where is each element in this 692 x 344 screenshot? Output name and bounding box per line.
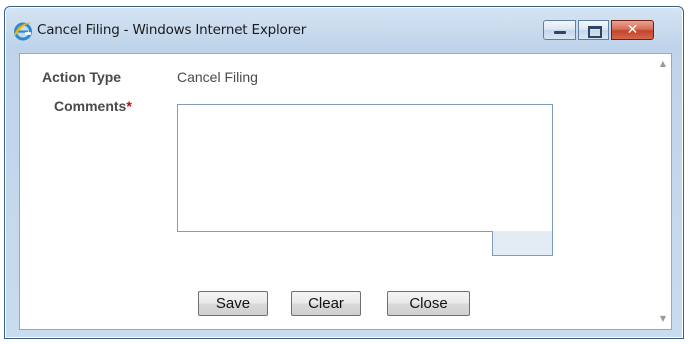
scroll-down-icon[interactable]: ▼ [655,311,671,327]
action-type-value: Cancel Filing [177,69,258,85]
minimize-icon [554,31,566,34]
close-window-button[interactable]: ✕ [611,20,654,40]
comments-label: Comments* [54,98,132,114]
browser-window: Cancel Filing - Windows Internet Explore… [4,6,684,339]
clear-button[interactable]: Clear [291,291,361,316]
window-title: Cancel Filing - Windows Internet Explore… [37,22,307,38]
minimize-button[interactable] [543,20,576,40]
comments-resize-handle[interactable] [492,231,553,256]
dialog-content: Action Type Cancel Filing Comments* Save… [19,53,672,330]
maximize-button[interactable] [578,20,609,40]
close-icon: ✕ [626,22,639,38]
close-button[interactable]: Close [387,291,470,316]
comments-label-text: Comments [54,98,127,114]
comments-textarea[interactable] [177,104,553,232]
vertical-scrollbar[interactable]: ▲ ▼ [655,54,671,329]
save-button[interactable]: Save [198,291,268,316]
action-type-label: Action Type [42,69,122,85]
required-marker: * [126,98,132,114]
title-bar[interactable]: Cancel Filing - Windows Internet Explore… [5,7,683,53]
scroll-up-icon[interactable]: ▲ [655,56,671,72]
maximize-icon [588,26,602,38]
internet-explorer-icon [12,20,34,42]
